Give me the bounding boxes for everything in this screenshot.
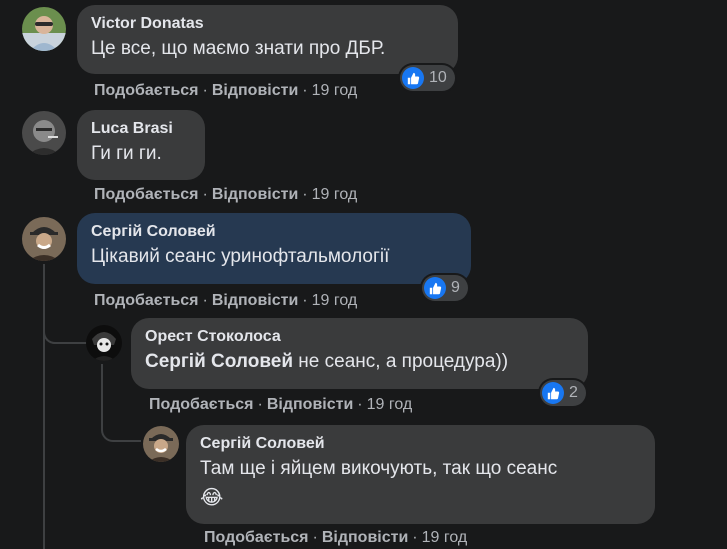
comment-bubble-highlighted: Сергій Соловей Цікавий сеанс уринофтальм…	[77, 213, 471, 284]
comment-actions: Подобається · Відповісти · 19 год	[149, 395, 412, 415]
comment-author[interactable]: Сергій Соловей	[200, 434, 641, 454]
separator: ·	[302, 292, 308, 309]
separator: ·	[202, 82, 208, 99]
timestamp[interactable]: 19 год	[367, 396, 413, 413]
separator: ·	[257, 396, 263, 413]
timestamp[interactable]: 19 год	[312, 292, 358, 309]
reaction-summary[interactable]: 9	[422, 275, 468, 301]
separator: ·	[412, 529, 418, 546]
comment-actions: Подобається · Відповісти · 19 год	[94, 81, 357, 101]
comment-actions: Подобається · Відповісти · 19 год	[94, 291, 357, 311]
avatar-photo-icon	[86, 325, 122, 361]
comment-bubble: Victor Donatas Це все, що маємо знати пр…	[77, 5, 458, 74]
reaction-summary[interactable]: 10	[400, 65, 455, 91]
separator: ·	[357, 396, 363, 413]
thread-connector-reply-1b	[43, 300, 85, 344]
avatar[interactable]	[86, 325, 122, 361]
thumbs-up-icon	[424, 277, 446, 299]
laughing-emoji-icon: 😂	[200, 487, 224, 509]
reply-link[interactable]: Відповісти	[322, 529, 408, 546]
comment-bubble: Luca Brasi Ги ги ги.	[77, 110, 205, 180]
comment-author[interactable]: Сергій Соловей	[91, 222, 457, 242]
comment-text: Ги ги ги.	[91, 143, 162, 164]
avatar[interactable]	[22, 217, 66, 261]
avatar-photo-icon	[22, 7, 66, 51]
reply-link[interactable]: Відповісти	[212, 292, 298, 309]
comment-text: Це все, що маємо знати про ДБР.	[91, 38, 386, 59]
reply-link[interactable]: Відповісти	[267, 396, 353, 413]
reaction-summary[interactable]: 2	[540, 380, 586, 406]
comment-text: Цікавий сеанс уринофтальмології	[91, 246, 390, 267]
comment-text: Там ще і яйцем викочують, так що сеанс	[200, 458, 558, 479]
reaction-count: 10	[429, 69, 447, 86]
like-link[interactable]: Подобається	[94, 82, 199, 99]
timestamp[interactable]: 19 год	[312, 186, 358, 203]
comment-author[interactable]: Luca Brasi	[91, 119, 191, 139]
separator: ·	[202, 186, 208, 203]
like-link[interactable]: Подобається	[204, 529, 309, 546]
reaction-count: 9	[451, 279, 460, 296]
like-link[interactable]: Подобається	[149, 396, 254, 413]
avatar-photo-icon	[22, 111, 66, 155]
separator: ·	[302, 186, 308, 203]
comment-author[interactable]: Орест Стоколоса	[145, 327, 574, 347]
avatar[interactable]	[143, 426, 179, 462]
separator: ·	[312, 529, 318, 546]
separator: ·	[202, 292, 208, 309]
avatar-photo-icon	[22, 217, 66, 261]
reply-link[interactable]: Відповісти	[212, 82, 298, 99]
timestamp[interactable]: 19 год	[422, 529, 468, 546]
comment-actions: Подобається · Відповісти · 19 год	[204, 528, 467, 548]
comment-bubble: Орест Стоколоса Сергій Соловей не сеанс,…	[131, 318, 588, 389]
comment-author[interactable]: Victor Donatas	[91, 14, 444, 34]
separator: ·	[302, 82, 308, 99]
avatar[interactable]	[22, 111, 66, 155]
reply-link[interactable]: Відповісти	[212, 186, 298, 203]
comment-actions: Подобається · Відповісти · 19 год	[94, 185, 357, 205]
avatar-photo-icon	[143, 426, 179, 462]
comment-text-body: не сеанс, а процедура))	[293, 351, 509, 372]
thumbs-up-icon	[402, 67, 424, 89]
timestamp[interactable]: 19 год	[312, 82, 358, 99]
comment-bubble: Сергій Соловей Там ще і яйцем викочують,…	[186, 425, 655, 524]
like-link[interactable]: Подобається	[94, 186, 199, 203]
like-link[interactable]: Подобається	[94, 292, 199, 309]
comment-text: Сергій Соловей не сеанс, а процедура))	[145, 349, 574, 375]
avatar[interactable]	[22, 7, 66, 51]
thumbs-up-icon	[542, 382, 564, 404]
reaction-count: 2	[569, 384, 578, 401]
mention-link[interactable]: Сергій Соловей	[145, 351, 293, 372]
